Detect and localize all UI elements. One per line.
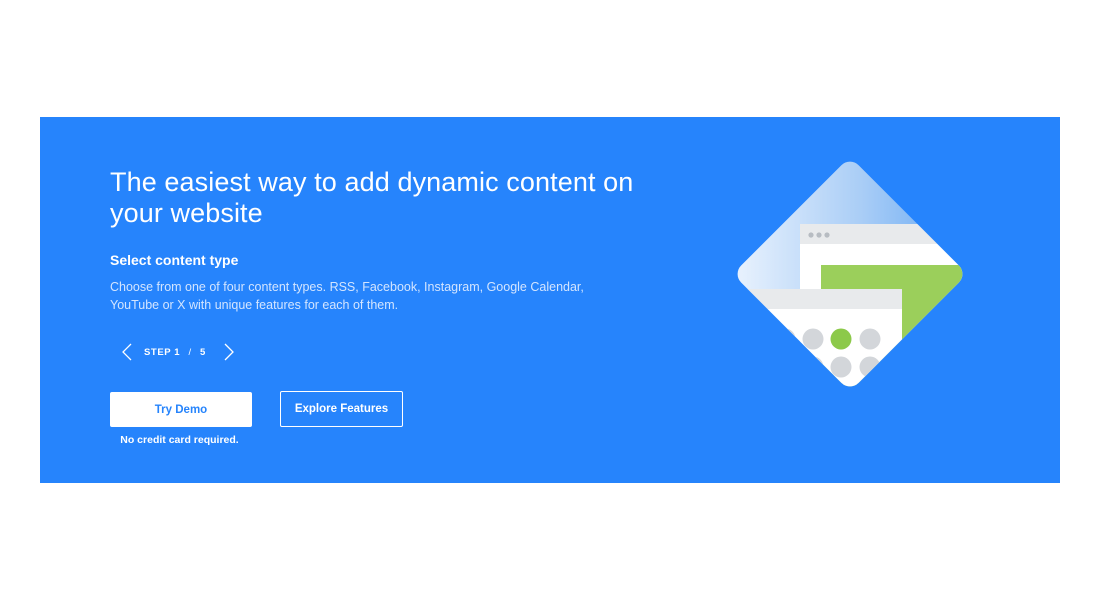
try-demo-button[interactable]: Try Demo: [110, 392, 252, 427]
step-counter: STEP 1 / 5: [144, 347, 206, 358]
content-type-heading: Select content type: [110, 252, 239, 268]
step-current: 1: [174, 346, 181, 358]
step-label: STEP: [144, 346, 172, 358]
step-total: 5: [199, 346, 206, 358]
chevron-left-icon: [122, 343, 132, 361]
step-indicator: STEP 1 / 5: [116, 341, 240, 363]
content-widget-illustration: [732, 156, 968, 392]
chevron-right-icon: [224, 343, 234, 361]
explore-features-button[interactable]: Explore Features: [280, 391, 403, 427]
content-type-description: Choose from one of four content types. R…: [110, 280, 584, 312]
prev-step-button[interactable]: [116, 341, 138, 363]
no-credit-card-note: No credit card required.: [120, 434, 239, 446]
next-step-button[interactable]: [218, 341, 240, 363]
hero-banner: The easiest way to add dynamic content o…: [40, 117, 1060, 483]
hero-headline: The easiest way to add dynamic content o…: [110, 167, 634, 228]
step-separator: /: [188, 346, 192, 358]
